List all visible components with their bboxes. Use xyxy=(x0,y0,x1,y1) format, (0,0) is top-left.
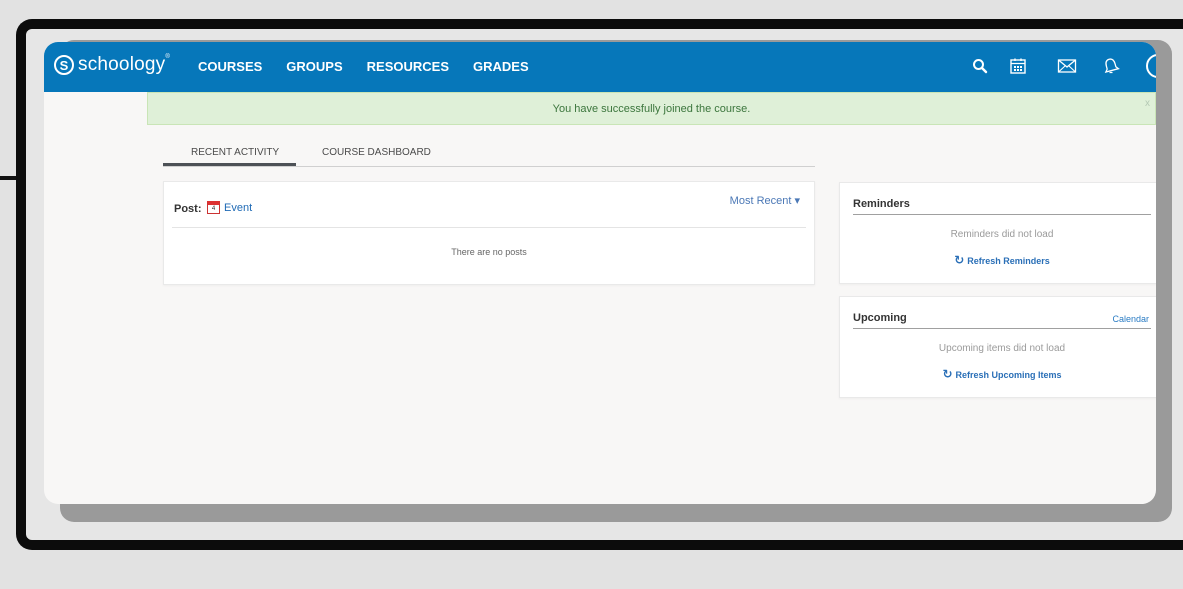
nav-courses[interactable]: COURSES xyxy=(198,59,262,74)
active-tab-indicator xyxy=(163,163,296,166)
browser-screen: S schoology® COURSES GROUPS RESOURCES GR… xyxy=(44,42,1156,504)
nav-grades[interactable]: GRADES xyxy=(473,59,529,74)
close-icon[interactable]: x xyxy=(1145,98,1150,109)
reminders-title: Reminders xyxy=(853,198,910,210)
upcoming-title: Upcoming xyxy=(853,312,907,324)
logo-text: schoology® xyxy=(78,54,170,75)
notifications-icon[interactable] xyxy=(1099,54,1123,78)
tab-recent-activity[interactable]: RECENT ACTIVITY xyxy=(191,147,279,158)
upcoming-error-text: Upcoming items did not load xyxy=(938,343,1066,354)
tab-course-dashboard[interactable]: COURSE DASHBOARD xyxy=(322,147,431,158)
reminders-panel: Reminders Reminders did not load ↻ Refres… xyxy=(839,182,1156,284)
upcoming-panel: Upcoming Calendar Upcoming items did not… xyxy=(839,296,1156,398)
refresh-upcoming-label: Refresh Upcoming Items xyxy=(955,370,1062,380)
mail-icon[interactable] xyxy=(1055,54,1079,78)
schoology-logo[interactable]: S schoology® xyxy=(54,54,170,76)
calendar-icon[interactable] xyxy=(1006,54,1030,78)
refresh-upcoming-button[interactable]: ↻ Refresh Upcoming Items xyxy=(853,367,1151,381)
logo-mark: S xyxy=(54,55,74,75)
user-avatar[interactable] xyxy=(1146,54,1156,78)
refresh-reminders-label: Refresh Reminders xyxy=(967,256,1050,266)
nav-resources[interactable]: RESOURCES xyxy=(367,59,449,74)
success-banner: You have successfully joined the course.… xyxy=(147,92,1156,125)
refresh-reminders-button[interactable]: ↻ Refresh Reminders xyxy=(853,253,1151,267)
top-navigation-bar: S schoology® COURSES GROUPS RESOURCES GR… xyxy=(44,42,1156,92)
calendar-link[interactable]: Calendar xyxy=(1112,314,1149,324)
main-nav: COURSES GROUPS RESOURCES GRADES xyxy=(198,59,529,74)
nav-groups[interactable]: GROUPS xyxy=(286,59,342,74)
post-label: Post: xyxy=(174,203,202,215)
refresh-icon: ↻ xyxy=(954,253,965,267)
divider xyxy=(853,214,1151,215)
event-link-label: Event xyxy=(224,201,253,214)
divider xyxy=(853,328,1151,329)
banner-message: You have successfully joined the course. xyxy=(552,102,751,115)
course-tabs: RECENT ACTIVITY COURSE DASHBOARD xyxy=(163,142,815,167)
refresh-icon: ↻ xyxy=(942,367,953,381)
calendar-event-icon: 4 xyxy=(207,201,220,214)
search-icon[interactable] xyxy=(968,54,992,78)
divider xyxy=(172,227,806,228)
empty-feed-text: There are no posts xyxy=(451,247,527,257)
reminders-error-text: Reminders did not load xyxy=(950,229,1054,240)
sort-dropdown[interactable]: Most Recent ▾ xyxy=(730,194,800,207)
post-event-button[interactable]: 4 Event xyxy=(207,201,252,214)
post-feed-card: Post: 4 Event Most Recent ▾ There are no… xyxy=(163,181,815,285)
